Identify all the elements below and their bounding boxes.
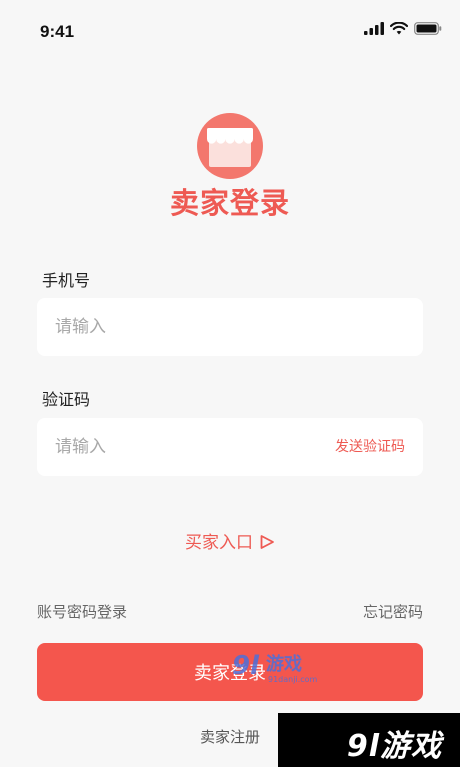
- wifi-icon: [390, 22, 408, 35]
- account-password-login-link[interactable]: 账号密码登录: [37, 601, 127, 622]
- verification-code-input[interactable]: [55, 418, 305, 476]
- phone-field-box: [37, 298, 423, 356]
- buyer-entry-link[interactable]: 买家入口: [0, 528, 460, 553]
- send-code-button[interactable]: 发送验证码: [335, 418, 405, 476]
- page-title: 卖家登录: [169, 186, 290, 220]
- phone-label: 手机号: [42, 271, 91, 290]
- code-field-box: 发送验证码: [37, 418, 423, 476]
- status-bar: 9:41: [0, 0, 460, 60]
- watermark-corner-text: 9l游戏: [346, 729, 442, 764]
- code-label: 验证码: [42, 390, 91, 409]
- shop-awning-icon: [197, 113, 263, 179]
- buyer-entry-label: 买家入口: [185, 533, 253, 553]
- seller-login-screen: 9:41 卖家登录 手机号 请输入 验证码 请输入 发送验证码 买家入口 账号密…: [0, 0, 460, 767]
- watermark-corner: 9l游戏: [278, 713, 460, 767]
- phone-input[interactable]: [55, 298, 305, 356]
- play-triangle-outline-icon: [260, 535, 274, 549]
- status-time: 9:41: [40, 22, 75, 41]
- cellular-signal-icon: [364, 22, 384, 35]
- battery-icon: [414, 22, 442, 35]
- forgot-password-link[interactable]: 忘记密码: [363, 601, 423, 622]
- seller-login-button[interactable]: 卖家登录: [37, 643, 423, 701]
- status-icons: [364, 22, 442, 35]
